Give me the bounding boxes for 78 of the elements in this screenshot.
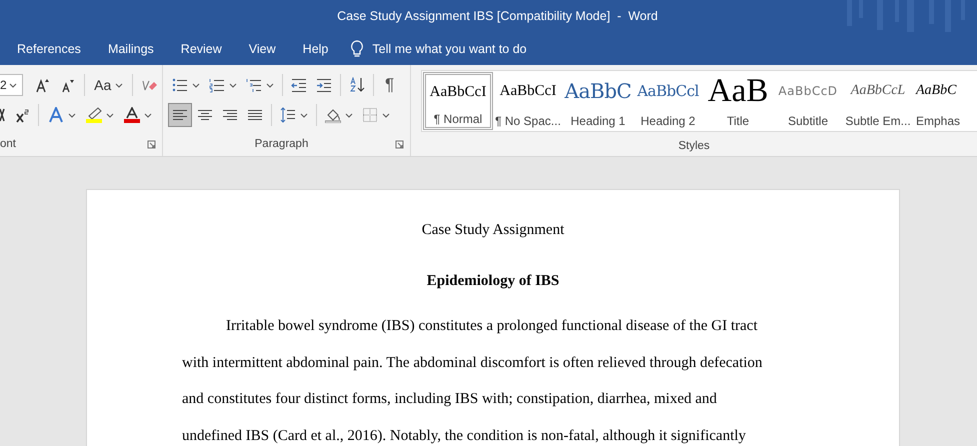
section-heading: Epidemiology of IBS [426,272,560,291]
font-color-icon [124,107,140,123]
caret-icon [144,112,152,118]
caret-icon [106,112,114,118]
style-item[interactable]: AaB Title [703,71,773,131]
body-text-line: and constitutes four distinct forms, including IBS with; constipation, diarrhea, mixed and [182,390,717,410]
style-preview: AaBbCcD [778,83,838,100]
style-item[interactable]: AaBbCcI ¶ Normal [423,72,493,130]
style-preview: AaBbC [916,82,956,100]
line-spacing-icon [280,107,296,123]
text-effects-icon [48,107,64,123]
subscript-icon [0,108,5,122]
menu-tab[interactable]: References [10,38,88,60]
lightbulb-icon [350,40,364,58]
menu-tab[interactable]: View [242,38,283,60]
dialog-launcher-icon [395,140,404,148]
style-item[interactable]: AaBbC Emphas [913,71,960,131]
caret-icon [115,82,124,88]
menu-tab[interactable]: Help [296,38,336,60]
align-left-icon [172,107,188,123]
caret-icon [266,82,274,88]
sort-icon [349,77,365,93]
menu-tab[interactable]: Mailings [100,38,161,60]
style-item[interactable]: AaBbC Heading 1 [563,71,633,131]
document-title: Case Study Assignment [422,221,564,240]
caret-icon [192,82,200,88]
align-center-icon [197,107,213,123]
decrease-indent-icon [291,77,307,93]
bullet-list-icon [172,77,188,93]
change-case-button[interactable]: Aa [90,73,128,97]
style-preview: AaBbCcL [850,82,906,100]
style-preview: AaBbC [564,78,632,105]
align-right-icon [222,107,238,123]
style-name: Subtitle [788,114,828,128]
style-item[interactable]: AaBbCcD Subtitle [773,71,843,131]
caret-icon [9,82,18,88]
body-text-line: undefined IBS (Card et al., 2016). Notably, the condition is non-fatal, although it significantly [182,427,746,446]
align-left-button[interactable] [168,103,192,127]
tell-me-search[interactable]: Tell me what you want to do [372,42,527,56]
style-name: Title [726,114,750,128]
style-item[interactable]: AaBbCcL Subtle Em... [843,71,913,131]
caret-icon [345,112,353,118]
justify-icon [247,107,263,123]
style-preview: AaBbCcI [500,82,556,100]
caret-icon [68,112,76,118]
body-text-line: with intermittent abdominal pain. The abdominal discomfort is often relieved through defecation [182,354,762,373]
borders-icon [362,107,378,123]
caret-icon [382,112,390,118]
style-item[interactable]: AaBbCcl Heading 2 [633,71,703,131]
style-preview: AaBbCcI [430,82,486,102]
dialog-launcher-icon [147,140,156,148]
style-item[interactable]: AaBbCcI ¶ No Spac... [493,71,563,131]
style-name: Heading 1 [570,114,626,128]
font-size-field[interactable]: 2 [0,74,24,96]
superscript-icon [15,108,29,122]
window-title: Case Study Assignment IBS [Compatibility Mode] - Word [337,9,658,23]
group-label: ont [0,138,16,150]
highlighter-icon [86,107,102,123]
body-text-line: Irritable bowel syndrome (IBS) constitutes a prolonged functional disease of the GI tract [226,317,758,336]
style-preview: AaB [708,77,768,105]
group-label: Styles [678,140,710,152]
show-marks-button[interactable]: ¶ [378,73,402,97]
paint-bucket-icon [325,107,341,123]
style-name: ¶ No Spac... [495,114,561,128]
multilevel-list-icon [246,77,262,93]
style-name: Subtle Em... [845,114,911,128]
numbered-list-icon [209,77,225,93]
style-name: Emphas [916,114,960,128]
group-label: Paragraph [254,138,308,150]
grow-font-icon [35,78,50,92]
caret-icon [229,82,237,88]
style-preview: AaBbCcl [637,81,699,102]
style-name: ¶ Normal [434,112,482,126]
menu-tab[interactable]: Review [174,38,229,60]
shrink-font-icon [60,78,76,92]
increase-indent-icon [316,77,332,93]
style-name: Heading 2 [640,114,696,128]
caret-icon [300,112,308,118]
